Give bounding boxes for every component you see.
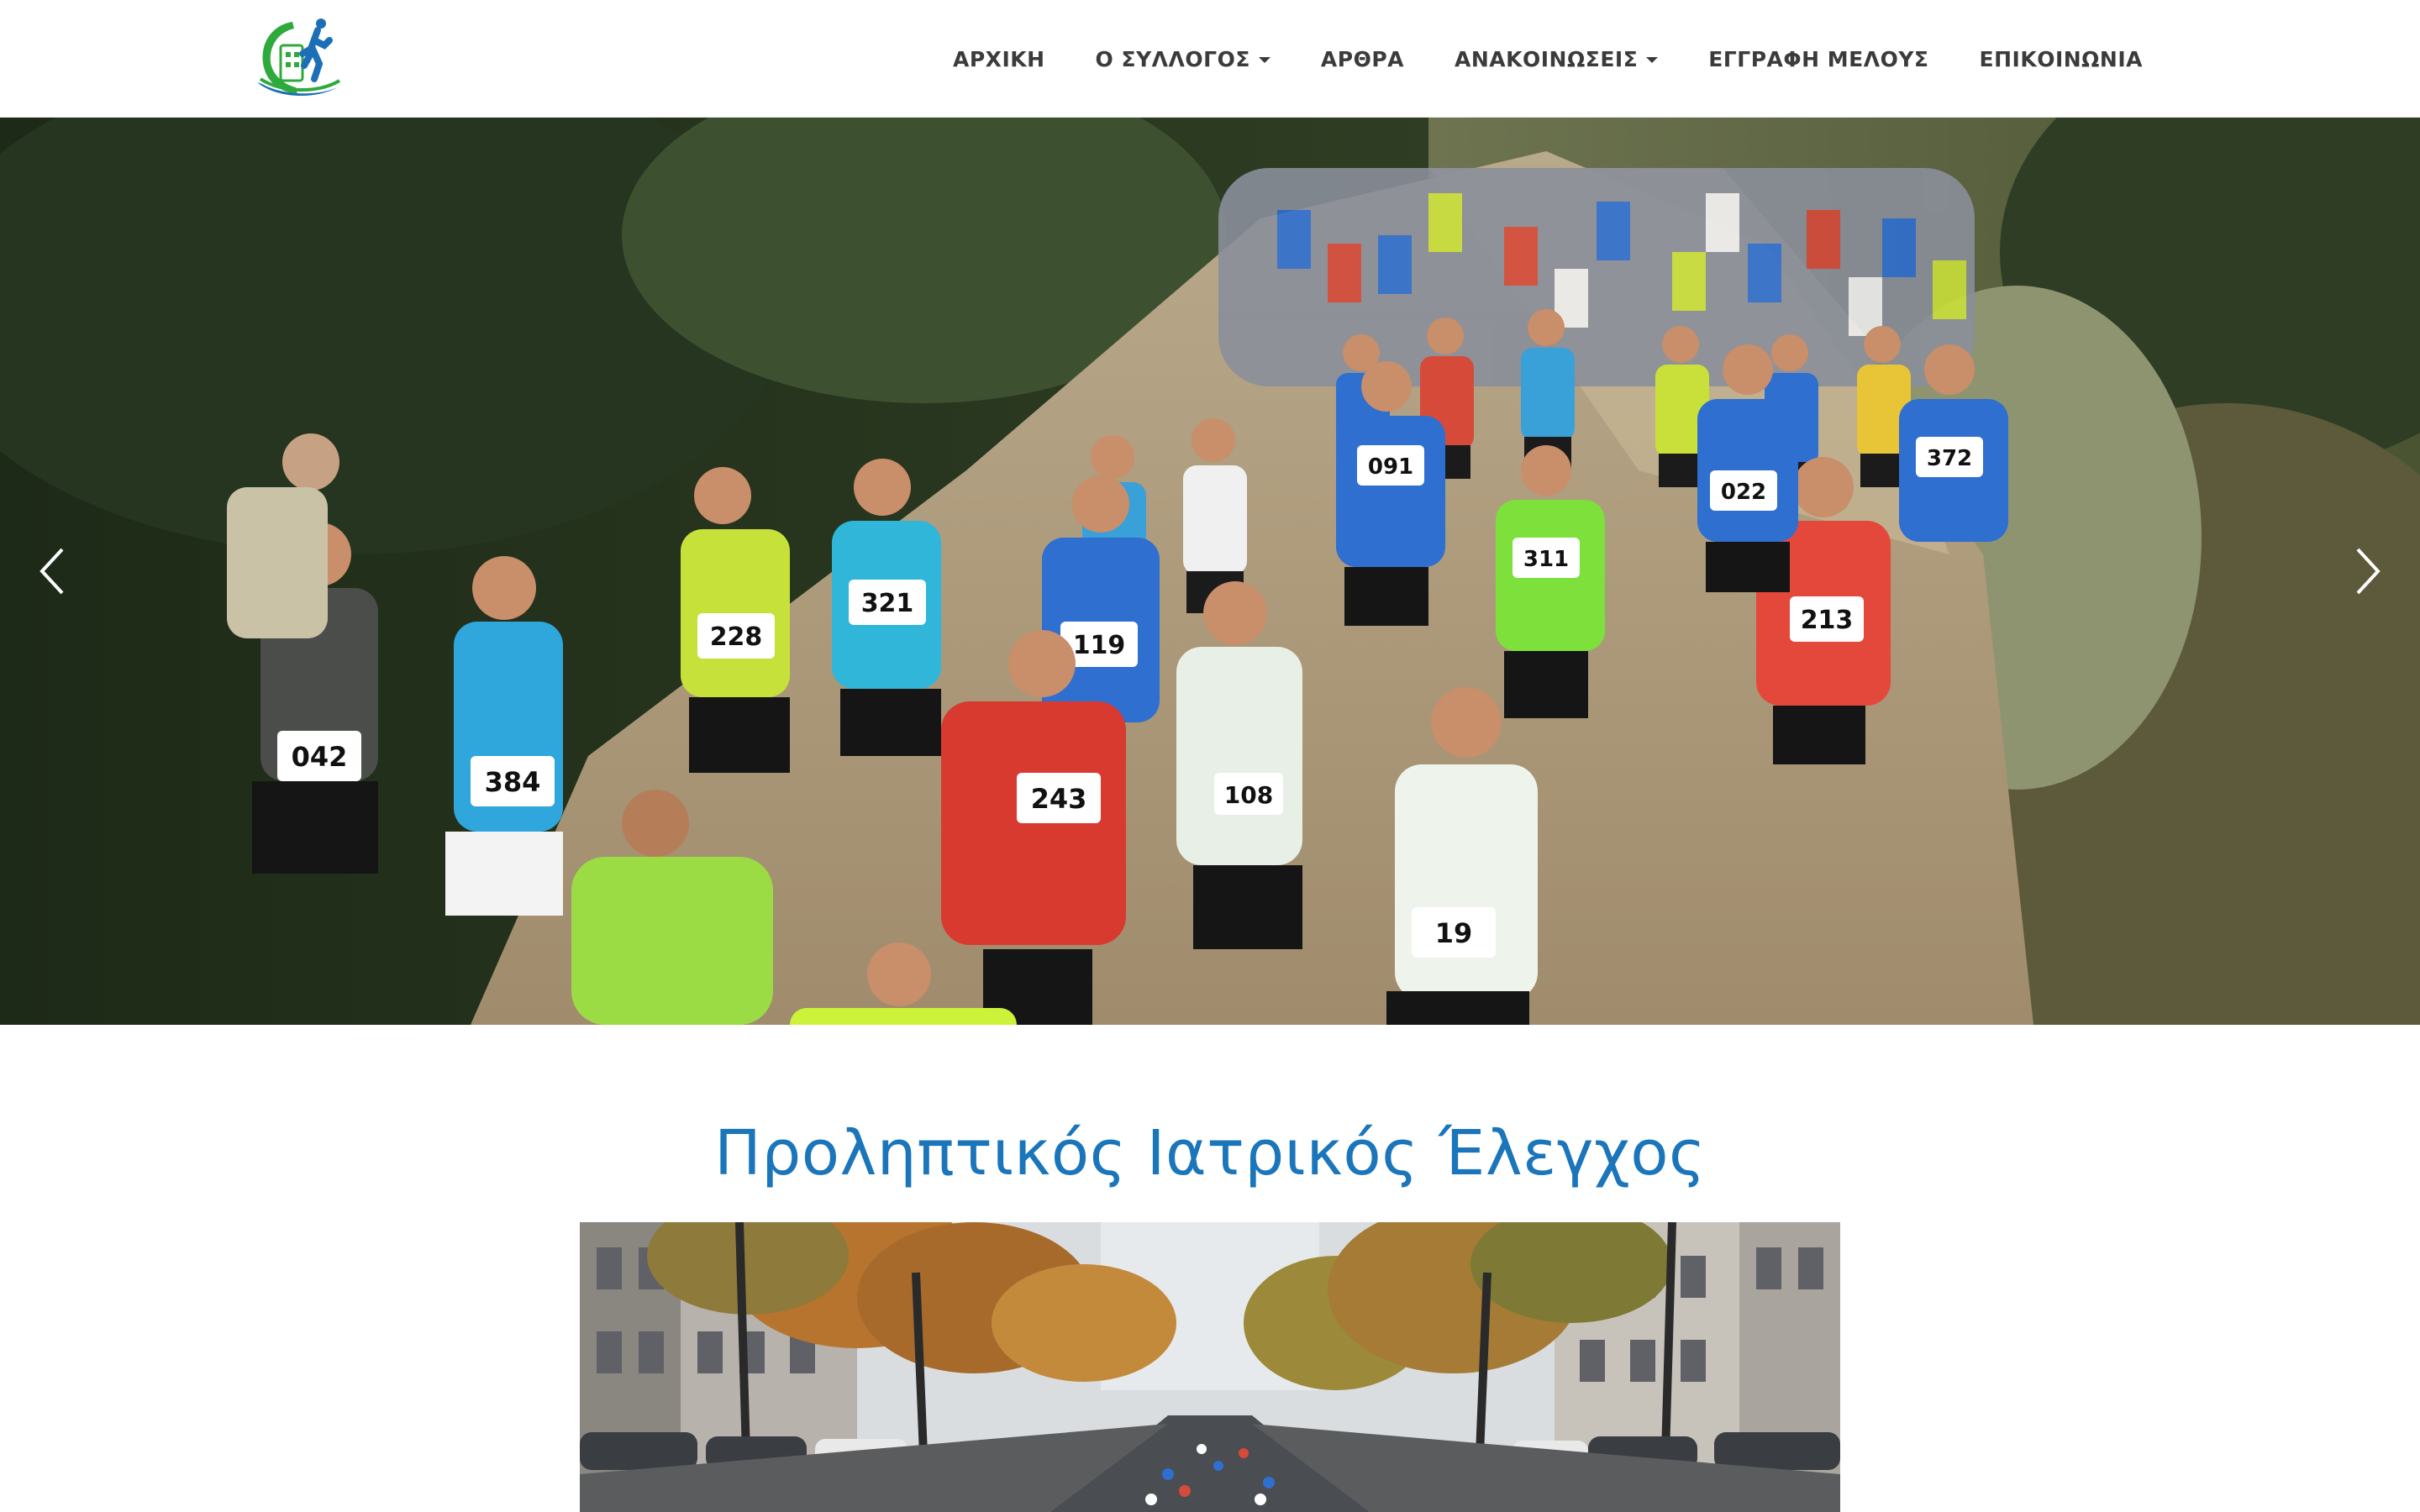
site-header: ΑΡΧΙΚΗ Ο ΣΥΛΛΟΓΟΣ ΑΡΘΡΑ ΑΝΑΚΟΙΝΩΣΕΙΣ ΕΓΓ… xyxy=(0,0,2420,118)
nav-item-label: ΕΓΓΡΑΦΗ ΜΕΛΟΥΣ xyxy=(1708,46,1929,71)
chevron-left-icon xyxy=(39,548,64,595)
article-title[interactable]: Προληπτικός Ιατρικός Έλεγχος xyxy=(0,1117,2420,1189)
chevron-right-icon xyxy=(2356,548,2381,595)
bib-number: 321 xyxy=(861,589,914,618)
article-image-graphic xyxy=(580,1222,1840,1512)
bib-number: 119 xyxy=(1073,631,1126,660)
bib-number: 384 xyxy=(485,766,541,798)
carousel-next-button[interactable] xyxy=(2343,538,2393,605)
nav-item-home[interactable]: ΑΡΧΙΚΗ xyxy=(953,47,1045,71)
bib-number: 108 xyxy=(1224,781,1273,809)
bib-number: 042 xyxy=(292,741,348,773)
caret-down-icon xyxy=(1258,56,1270,63)
bib-number: 19 xyxy=(1435,917,1473,949)
nav-item-articles[interactable]: ΑΡΘΡΑ xyxy=(1321,47,1404,71)
nav-item-label: ΑΝΑΚΟΙΝΩΣΕΙΣ xyxy=(1455,46,1639,71)
article-featured-image[interactable] xyxy=(580,1222,1840,1512)
bib-number: 311 xyxy=(1523,547,1569,572)
hero-slide-image: 042 384 228 321 119 243 108 19 213 372 0… xyxy=(0,118,2420,1025)
nav-item-label: ΑΡΧΙΚΗ xyxy=(953,46,1045,71)
bib-number: 091 xyxy=(1368,454,1413,480)
bib-number: 213 xyxy=(1801,606,1854,635)
main-navigation: ΑΡΧΙΚΗ Ο ΣΥΛΛΟΓΟΣ ΑΡΘΡΑ ΑΝΑΚΟΙΝΩΣΕΙΣ ΕΓΓ… xyxy=(902,0,2143,118)
nav-item-label: ΕΠΙΚΟΙΝΩΝΙΑ xyxy=(1979,46,2143,71)
nav-item-label: Ο ΣΥΛΛΟΓΟΣ xyxy=(1095,46,1250,71)
caret-down-icon xyxy=(1646,56,1659,63)
hero-carousel: 042 384 228 321 119 243 108 19 213 372 0… xyxy=(0,118,2420,1025)
bib-number: 228 xyxy=(710,622,763,652)
nav-item-association[interactable]: Ο ΣΥΛΛΟΓΟΣ xyxy=(1096,47,1270,71)
nav-item-label: ΑΡΘΡΑ xyxy=(1320,46,1405,71)
bib-number: 372 xyxy=(1927,446,1972,471)
nav-item-contact[interactable]: ΕΠΙΚΟΙΝΩΝΙΑ xyxy=(1980,47,2143,71)
bib-number: 022 xyxy=(1721,480,1766,505)
nav-item-member-registration[interactable]: ΕΓΓΡΑΦΗ ΜΕΛΟΥΣ xyxy=(1708,47,1928,71)
site-logo[interactable] xyxy=(252,12,346,104)
bib-number: 243 xyxy=(1031,783,1087,815)
runner-logo-icon xyxy=(257,18,343,97)
carousel-prev-button[interactable] xyxy=(27,538,77,605)
nav-item-announcements[interactable]: ΑΝΑΚΟΙΝΩΣΕΙΣ xyxy=(1455,46,1659,71)
